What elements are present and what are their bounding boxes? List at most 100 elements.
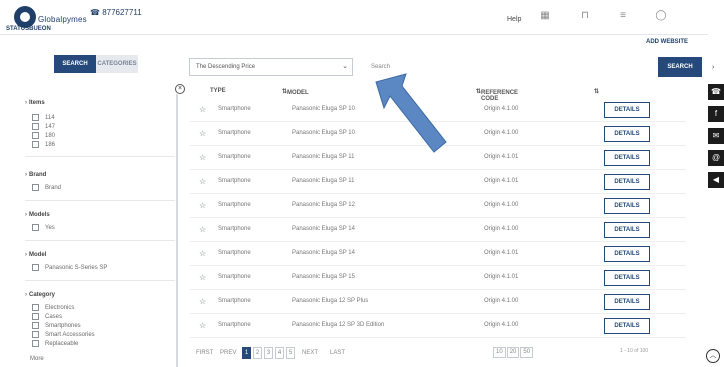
checkbox[interactable] xyxy=(32,123,39,130)
filter-title-items[interactable]: › Items xyxy=(25,100,45,106)
sort-icon[interactable]: ⇅ xyxy=(594,88,599,95)
checkbox[interactable] xyxy=(32,340,39,347)
filter-option[interactable]: Smartphones xyxy=(32,322,81,331)
table-row[interactable]: ☆ Smartphone Panasonic Eluga SP 14 Origin 4… xyxy=(190,242,686,266)
favorite-icon[interactable]: ☆ xyxy=(199,177,206,186)
checkbox[interactable] xyxy=(32,322,39,329)
checkbox[interactable] xyxy=(32,313,39,320)
favorite-icon[interactable]: ☆ xyxy=(199,129,206,138)
favorite-icon[interactable]: ☆ xyxy=(199,201,206,210)
scroll-top-icon[interactable]: ︿ xyxy=(706,349,720,363)
filter-option[interactable]: Panasonic S-Series SP xyxy=(32,264,107,273)
column-header-type[interactable]: TYPE xyxy=(210,88,226,94)
cell-model: Panasonic Eluga SP 11 xyxy=(292,154,355,160)
mail-icon[interactable]: @ xyxy=(708,150,724,166)
checkbox[interactable] xyxy=(32,141,39,148)
tab-categories[interactable]: CATEGORIES xyxy=(96,55,138,73)
checkbox[interactable] xyxy=(32,224,39,231)
table-row[interactable]: ☆ Smartphone Panasonic Eluga SP 15 Origin 4… xyxy=(190,266,686,290)
checkbox[interactable] xyxy=(32,331,39,338)
user-icon[interactable]: ◯ xyxy=(654,10,668,22)
details-button[interactable]: DETAILS xyxy=(604,246,650,262)
page-first[interactable]: FIRST xyxy=(196,347,213,359)
phone-icon[interactable]: ☎ xyxy=(708,84,724,100)
filter-option[interactable]: 114 xyxy=(32,114,55,123)
chevron-right-icon[interactable]: › xyxy=(712,64,714,71)
filter-title-model[interactable]: › Model xyxy=(25,252,46,258)
cell-type: Smartphone xyxy=(218,322,251,328)
page-number[interactable]: 4 xyxy=(275,347,284,359)
favorite-icon[interactable]: ☆ xyxy=(199,225,206,234)
page-number[interactable]: 3 xyxy=(264,347,273,359)
page-last[interactable]: LAST xyxy=(330,347,345,359)
tab-search[interactable]: SEARCH xyxy=(54,55,96,73)
per-page-option[interactable]: 10 xyxy=(493,347,506,358)
annotation-arrow-icon xyxy=(375,73,447,153)
filter-option[interactable]: Cases xyxy=(32,313,62,322)
filter-option[interactable]: Smart Accessories xyxy=(32,331,95,340)
filter-option[interactable]: Replaceable xyxy=(32,340,78,349)
header-divider xyxy=(0,34,708,35)
details-button[interactable]: DETAILS xyxy=(604,270,650,286)
logo-icon[interactable] xyxy=(14,6,36,28)
details-button[interactable]: DETAILS xyxy=(604,222,650,238)
details-button[interactable]: DETAILS xyxy=(604,198,650,214)
table-row[interactable]: ☆ Smartphone Panasonic Eluga 12 SP 3D Edit… xyxy=(190,314,686,338)
filter-option[interactable]: 147 xyxy=(32,123,55,132)
per-page-option[interactable]: 50 xyxy=(520,347,534,358)
more-link[interactable]: More xyxy=(30,355,44,364)
table-row[interactable]: ☆ Smartphone Panasonic Eluga SP 14 Origin 4… xyxy=(190,218,686,242)
brand-name[interactable]: Globalpymes xyxy=(38,15,87,24)
details-button[interactable]: DETAILS xyxy=(604,126,650,142)
page-number[interactable]: 5 xyxy=(286,347,295,359)
details-button[interactable]: DETAILS xyxy=(604,318,650,334)
favorite-icon[interactable]: ☆ xyxy=(199,297,206,306)
per-page-option[interactable]: 20 xyxy=(506,347,520,358)
filter-option[interactable]: 186 xyxy=(32,141,55,150)
table-row[interactable]: ☆ Smartphone Panasonic Eluga 12 SP Plus Ori… xyxy=(190,290,686,314)
search-button[interactable]: SEARCH xyxy=(658,57,702,77)
details-button[interactable]: DETAILS xyxy=(604,294,650,310)
filter-title-brand[interactable]: › Brand xyxy=(25,172,46,178)
filter-option[interactable]: 180 xyxy=(32,132,55,141)
add-website-link[interactable]: ADD WEBSITE xyxy=(646,39,688,45)
phone-number[interactable]: ☎ 877627711 xyxy=(90,8,142,17)
page-next[interactable]: NEXT xyxy=(302,347,318,359)
filter-option[interactable]: Electronics xyxy=(32,304,74,313)
checkbox[interactable] xyxy=(32,264,39,271)
favorite-icon[interactable]: ☆ xyxy=(199,273,206,282)
favorite-icon[interactable]: ☆ xyxy=(199,105,206,114)
grid-icon[interactable]: ▦ xyxy=(538,10,552,22)
filter-option[interactable]: Yes xyxy=(32,224,55,233)
column-header-code[interactable]: ⇅ REFERENCE CODE xyxy=(476,88,518,102)
filter-title-category[interactable]: › Category xyxy=(25,292,55,298)
details-button[interactable]: DETAILS xyxy=(604,150,650,166)
page-number-current[interactable]: 1 xyxy=(242,347,251,359)
breadcrumb[interactable]: STATUSBUEON xyxy=(6,26,51,32)
bell-icon[interactable]: ≡ xyxy=(616,10,630,22)
details-button[interactable]: DETAILS xyxy=(604,102,650,118)
divider xyxy=(25,240,175,241)
filter-option[interactable]: Brand xyxy=(32,184,61,193)
checkbox[interactable] xyxy=(32,304,39,311)
favorite-icon[interactable]: ☆ xyxy=(199,321,206,330)
checkbox[interactable] xyxy=(32,114,39,121)
sort-select[interactable]: The Descending Price ⌄ xyxy=(189,58,353,76)
megaphone-icon[interactable]: ◀ xyxy=(708,172,724,188)
facebook-icon[interactable]: f xyxy=(708,106,724,122)
table-row[interactable]: ☆ Smartphone Panasonic Eluga SP 11 Origin 4… xyxy=(190,170,686,194)
page-prev[interactable]: PREV xyxy=(220,347,236,359)
table-row[interactable]: ☆ Smartphone Panasonic Eluga SP 12 Origin 4… xyxy=(190,194,686,218)
favorite-icon[interactable]: ☆ xyxy=(199,153,206,162)
help-link[interactable]: Help xyxy=(507,16,521,23)
favorite-icon[interactable]: ☆ xyxy=(199,249,206,258)
column-header-model[interactable]: ⇅ MODEL xyxy=(282,88,309,96)
checkbox[interactable] xyxy=(32,132,39,139)
chat-icon[interactable]: ✉ xyxy=(708,128,724,144)
details-button[interactable]: DETAILS xyxy=(604,174,650,190)
cart-icon[interactable]: ⊓ xyxy=(578,10,592,22)
close-filters-icon[interactable]: × xyxy=(175,84,185,94)
filter-title-models[interactable]: › Models xyxy=(25,212,50,218)
checkbox[interactable] xyxy=(32,184,39,191)
page-number[interactable]: 2 xyxy=(253,347,262,359)
